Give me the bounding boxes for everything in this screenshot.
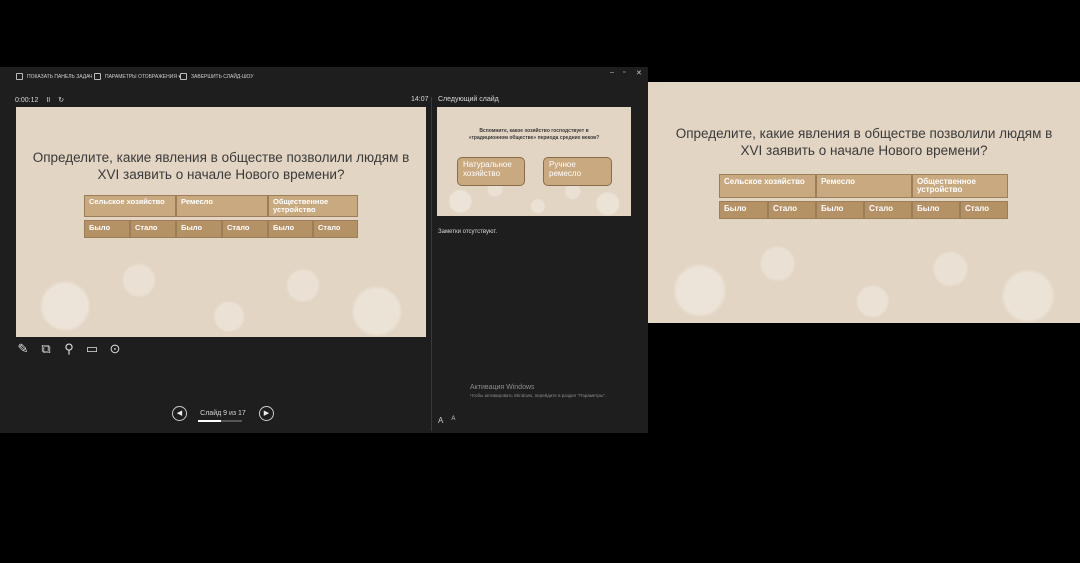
next-slide-option: Ручное ремесло: [543, 157, 612, 186]
table-subheader: Было: [719, 201, 768, 219]
table-subheader: Было: [176, 220, 222, 238]
slide-title: Определите, какие явления в обществе поз…: [32, 150, 410, 182]
table-header: Ремесло: [176, 195, 268, 217]
table-subheader: Стало: [222, 220, 268, 238]
table-subheader: Было: [912, 201, 960, 219]
presenter-view: ПОКАЗАТЬ ПАНЕЛЬ ЗАДАЧ ПАРАМЕТРЫ ОТОБРАЖЕ…: [0, 67, 648, 433]
minimize-button[interactable]: –: [610, 69, 614, 76]
table-header: Сельское хозяйство: [719, 174, 816, 198]
pane-divider[interactable]: [431, 97, 432, 431]
table-subheader: Стало: [313, 220, 358, 238]
pen-icon[interactable]: ✎: [16, 342, 30, 356]
table-header: Сельское хозяйство: [84, 195, 176, 217]
display-settings-button[interactable]: ПАРАМЕТРЫ ОТОБРАЖЕНИЯ ▾: [94, 73, 181, 80]
show-taskbar-button[interactable]: ПОКАЗАТЬ ПАНЕЛЬ ЗАДАЧ: [16, 73, 92, 80]
slide-navigation: ◀ Слайд 9 из 17 ▶: [172, 406, 274, 421]
next-slide-preview[interactable]: Вспомните, какое хозяйство господствует …: [437, 107, 631, 216]
restore-button[interactable]: ▫: [623, 69, 625, 76]
laser-pointer-icon[interactable]: ⧉: [39, 342, 53, 356]
presenter-toolbar: ПОКАЗАТЬ ПАНЕЛЬ ЗАДАЧ ПАРАМЕТРЫ ОТОБРАЖЕ…: [0, 67, 648, 87]
zoom-icon[interactable]: ⚲: [62, 342, 76, 356]
elapsed-time: 0:00:12: [15, 96, 39, 104]
table-subheader: Стало: [864, 201, 912, 219]
taskbar-icon: [16, 73, 23, 80]
slide-progress-fill: [198, 420, 222, 422]
next-slide-option: Натуральное хозяйство: [457, 157, 525, 186]
display-icon: [94, 73, 101, 80]
audience-slide[interactable]: Определите, какие явления в обществе поз…: [648, 82, 1080, 323]
table-subheader: Было: [268, 220, 313, 238]
end-show-icon: [180, 73, 187, 80]
clock: 14:07: [411, 96, 429, 103]
table-subheader: Стало: [960, 201, 1008, 219]
next-slide-question: Вспомните, какое хозяйство господствует …: [468, 128, 600, 141]
slide-counter[interactable]: Слайд 9 из 17: [195, 410, 251, 417]
timer-row: 0:00:12 II ↻: [15, 96, 64, 105]
pause-timer-button[interactable]: II: [46, 97, 50, 104]
table-header: Общественное устройство: [912, 174, 1008, 198]
next-slide-label: Следующий слайд: [438, 96, 499, 103]
table-subheader: Стало: [768, 201, 816, 219]
decrease-font-button[interactable]: A: [451, 416, 455, 425]
next-slide-button[interactable]: ▶: [259, 406, 274, 421]
table-subheader: Было: [816, 201, 864, 219]
windows-activation-watermark: Активация Windows Чтобы активировать Win…: [470, 384, 606, 398]
slide-progress-bar: [198, 420, 242, 422]
more-icon[interactable]: ⊙: [108, 342, 122, 356]
speaker-notes[interactable]: Заметки отсутствуют.: [438, 229, 497, 235]
notes-font-controls: A A: [438, 416, 455, 425]
reset-timer-button[interactable]: ↻: [58, 96, 64, 104]
table-header: Общественное устройство: [268, 195, 358, 217]
table-subheader: Стало: [130, 220, 176, 238]
current-slide[interactable]: Определите, какие явления в обществе поз…: [16, 107, 426, 337]
end-show-button[interactable]: ЗАВЕРШИТЬ СЛАЙД-ШОУ: [180, 73, 254, 80]
screen-icon[interactable]: ▭: [85, 342, 99, 356]
increase-font-button[interactable]: A: [438, 416, 443, 425]
audience-slide-title: Определите, какие явления в обществе поз…: [675, 126, 1053, 158]
presenter-tools: ✎ ⧉ ⚲ ▭ ⊙: [16, 342, 122, 356]
previous-slide-button[interactable]: ◀: [172, 406, 187, 421]
table-header: Ремесло: [816, 174, 912, 198]
table-subheader: Было: [84, 220, 130, 238]
close-button[interactable]: ✕: [636, 69, 642, 77]
